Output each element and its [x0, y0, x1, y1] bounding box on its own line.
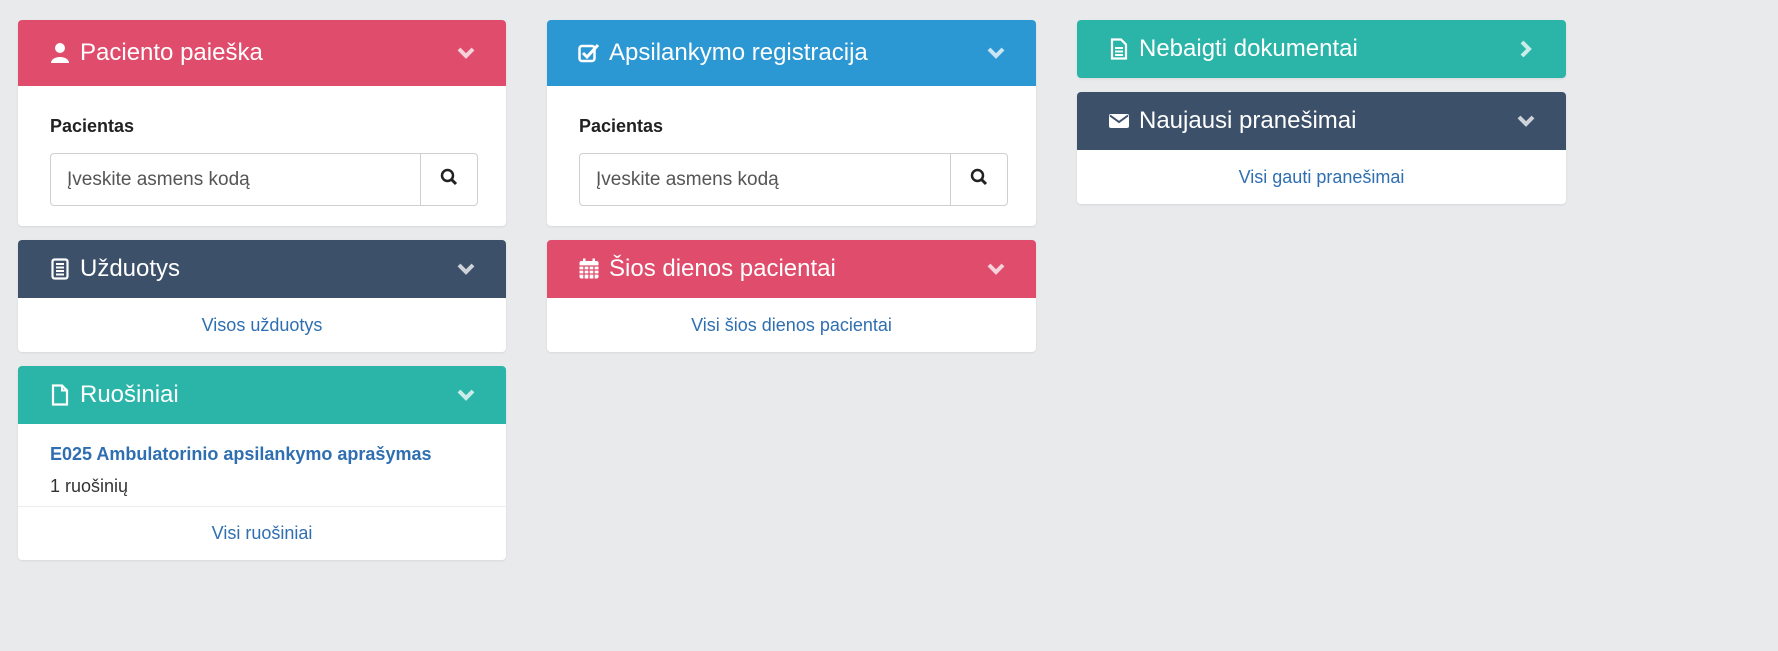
patient-code-input[interactable]: [50, 153, 420, 206]
draft-item-title[interactable]: E025 Ambulatorinio apsilankymo aprašymas: [50, 444, 431, 465]
patient-search-button[interactable]: [420, 153, 478, 206]
chevron-down-icon[interactable]: [1514, 109, 1538, 133]
patient-search-header[interactable]: Paciento paieška: [18, 20, 506, 86]
list-item: E025 Ambulatorinio apsilankymo aprašymas…: [18, 424, 506, 506]
patient-search-title: Paciento paieška: [80, 39, 263, 66]
patient-field-label: Pacientas: [50, 116, 135, 136]
patient-search-panel: Paciento paieška Pacientas: [18, 20, 506, 226]
drafts-title: Ruošiniai: [80, 381, 179, 408]
drafts-header[interactable]: Ruošiniai: [18, 366, 506, 424]
all-todays-patients-link[interactable]: Visi šios dienos pacientai: [547, 298, 1036, 352]
checkbox-icon: [577, 41, 601, 65]
todays-patients-panel: Šios dienos pacientai Visi šios dienos p…: [547, 240, 1036, 352]
todays-patients-title: Šios dienos pacientai: [609, 255, 836, 282]
user-icon: [48, 41, 72, 65]
visit-registration-header[interactable]: Apsilankymo registracija: [547, 20, 1036, 86]
clipboard-icon: [48, 257, 72, 281]
unfinished-documents-panel: Nebaigti dokumentai: [1077, 20, 1566, 78]
drafts-panel: Ruošiniai E025 Ambulatorinio apsilankymo…: [18, 366, 506, 560]
chevron-down-icon[interactable]: [984, 41, 1008, 65]
visit-search-button[interactable]: [950, 153, 1008, 206]
tasks-panel: Užduotys Visos užduotys: [18, 240, 506, 352]
latest-messages-header[interactable]: Naujausi pranešimai: [1077, 92, 1566, 150]
visit-registration-panel: Apsilankymo registracija Pacientas: [547, 20, 1036, 226]
patient-search-group: [50, 153, 478, 206]
visit-registration-title: Apsilankymo registracija: [609, 39, 868, 66]
chevron-down-icon[interactable]: [454, 257, 478, 281]
unfinished-documents-header[interactable]: Nebaigti dokumentai: [1077, 20, 1566, 78]
search-icon: [440, 168, 458, 191]
tasks-title: Užduotys: [80, 255, 181, 282]
visit-patient-code-input[interactable]: [579, 153, 950, 206]
all-tasks-link[interactable]: Visos užduotys: [18, 298, 506, 352]
envelope-icon: [1107, 109, 1131, 133]
all-drafts-link[interactable]: Visi ruošiniai: [18, 507, 506, 560]
document-icon: [1107, 37, 1131, 61]
visit-patient-field-label: Pacientas: [579, 116, 664, 136]
todays-patients-header[interactable]: Šios dienos pacientai: [547, 240, 1036, 298]
file-icon: [48, 383, 72, 407]
latest-messages-title: Naujausi pranešimai: [1139, 107, 1357, 134]
visit-search-group: [579, 153, 1008, 206]
draft-item-count: 1 ruošinių: [50, 476, 129, 496]
chevron-down-icon[interactable]: [984, 257, 1008, 281]
tasks-header[interactable]: Užduotys: [18, 240, 506, 298]
unfinished-documents-title: Nebaigti dokumentai: [1139, 35, 1358, 62]
search-icon: [970, 168, 988, 191]
chevron-right-icon[interactable]: [1514, 37, 1538, 61]
chevron-down-icon[interactable]: [454, 41, 478, 65]
latest-messages-panel: Naujausi pranešimai Visi gauti pranešima…: [1077, 92, 1566, 204]
all-messages-link[interactable]: Visi gauti pranešimai: [1077, 150, 1566, 204]
calendar-icon: [577, 257, 601, 281]
chevron-down-icon[interactable]: [454, 383, 478, 407]
